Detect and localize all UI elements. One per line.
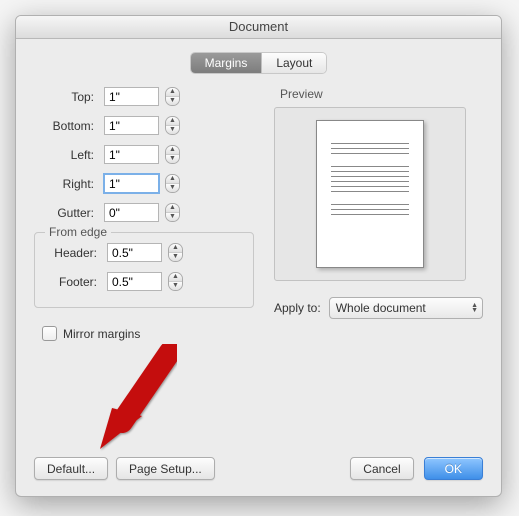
preview-box: [274, 107, 466, 281]
page-preview: [316, 120, 424, 268]
chevron-down-icon[interactable]: ▼: [166, 97, 179, 105]
chevron-up-icon[interactable]: ▲: [166, 175, 179, 184]
chevron-up-icon[interactable]: ▲: [166, 88, 179, 97]
gutter-label: Gutter:: [34, 206, 104, 220]
top-input[interactable]: [104, 87, 159, 106]
gutter-stepper[interactable]: ▲ ▼: [165, 203, 180, 222]
apply-to-value: Whole document: [336, 301, 426, 315]
apply-to-label: Apply to:: [274, 301, 321, 315]
left-stepper[interactable]: ▲ ▼: [165, 145, 180, 164]
mirror-margins-label: Mirror margins: [63, 327, 140, 341]
chevron-down-icon[interactable]: ▼: [169, 253, 182, 261]
page-setup-button[interactable]: Page Setup...: [116, 457, 215, 480]
footer-input[interactable]: [107, 272, 162, 291]
apply-to-select[interactable]: Whole document ▲▼: [329, 297, 483, 319]
footer-stepper[interactable]: ▲ ▼: [168, 272, 183, 291]
chevron-up-icon[interactable]: ▲: [166, 204, 179, 213]
from-edge-legend: From edge: [45, 225, 111, 239]
dialog-content: Margins Layout Top: ▲ ▼ Bottom:: [16, 39, 501, 355]
chevron-up-icon[interactable]: ▲: [169, 244, 182, 253]
chevron-down-icon[interactable]: ▼: [166, 184, 179, 192]
mirror-margins-checkbox[interactable]: [42, 326, 57, 341]
cancel-button[interactable]: Cancel: [350, 457, 413, 480]
chevron-up-icon[interactable]: ▲: [166, 146, 179, 155]
left-input[interactable]: [104, 145, 159, 164]
updown-icon: ▲▼: [471, 303, 478, 313]
bottom-input[interactable]: [104, 116, 159, 135]
tab-margins[interactable]: Margins: [191, 53, 263, 73]
tab-bar: Margins Layout: [34, 53, 483, 73]
top-stepper[interactable]: ▲ ▼: [165, 87, 180, 106]
chevron-down-icon[interactable]: ▼: [166, 126, 179, 134]
right-stepper[interactable]: ▲ ▼: [165, 174, 180, 193]
bottom-stepper[interactable]: ▲ ▼: [165, 116, 180, 135]
document-dialog: Document Margins Layout Top: ▲ ▼ Bot: [15, 15, 502, 497]
right-input[interactable]: [104, 174, 159, 193]
header-input[interactable]: [107, 243, 162, 262]
gutter-input[interactable]: [104, 203, 159, 222]
header-stepper[interactable]: ▲ ▼: [168, 243, 183, 262]
bottom-label: Bottom:: [34, 119, 104, 133]
header-label: Header:: [45, 246, 107, 260]
from-edge-group: From edge Header: ▲ ▼ Footer: ▲: [34, 232, 254, 308]
window-title: Document: [16, 16, 501, 39]
chevron-down-icon[interactable]: ▼: [166, 213, 179, 221]
footer-label: Footer:: [45, 275, 107, 289]
preview-label: Preview: [274, 87, 483, 101]
chevron-down-icon[interactable]: ▼: [166, 155, 179, 163]
chevron-down-icon[interactable]: ▼: [169, 282, 182, 290]
annotation-arrow: [100, 344, 190, 454]
tab-layout[interactable]: Layout: [262, 53, 326, 73]
chevron-up-icon[interactable]: ▲: [169, 273, 182, 282]
left-label: Left:: [34, 148, 104, 162]
right-label: Right:: [34, 177, 104, 191]
default-button[interactable]: Default...: [34, 457, 108, 480]
chevron-up-icon[interactable]: ▲: [166, 117, 179, 126]
top-label: Top:: [34, 90, 104, 104]
ok-button[interactable]: OK: [424, 457, 483, 480]
